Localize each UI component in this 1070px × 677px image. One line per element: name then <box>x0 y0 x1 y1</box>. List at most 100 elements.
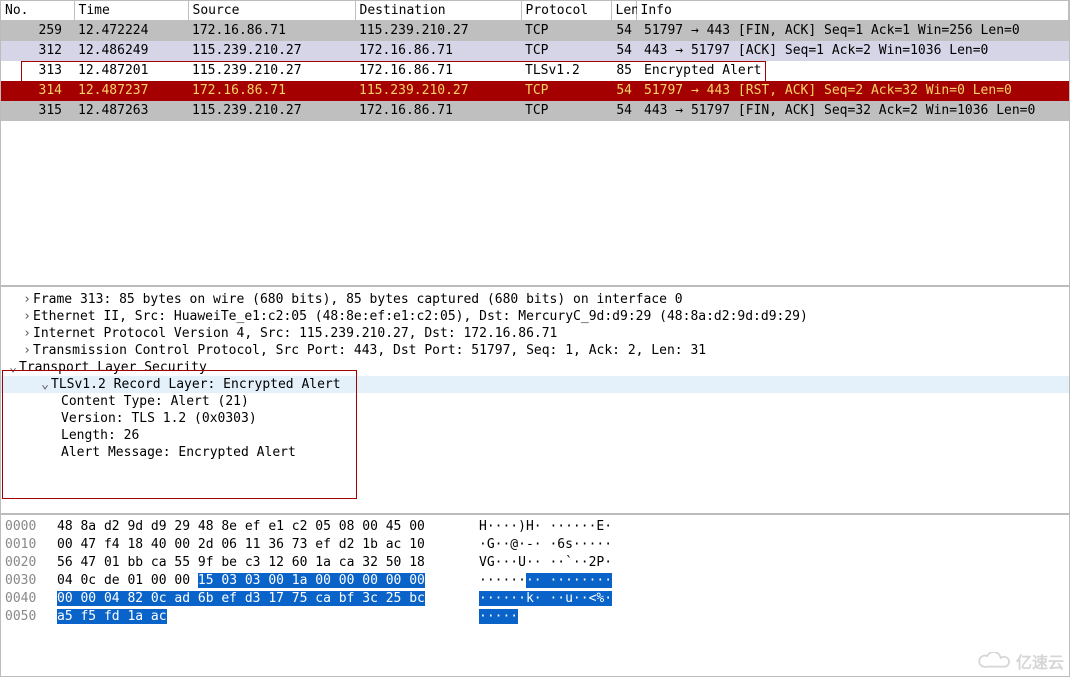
packet-table[interactable]: No. Time Source Destination Protocol Len… <box>1 1 1069 121</box>
tree-eth-text: Ethernet II, Src: HuaweiTe_e1:c2:05 (48:… <box>33 309 808 324</box>
cell-protocol: TCP <box>521 21 611 41</box>
hex-ascii[interactable]: VG···U·· ··`··2P· <box>449 555 612 570</box>
cell-destination: 172.16.86.71 <box>355 61 521 81</box>
table-row[interactable]: 31212.486249115.239.210.27172.16.86.71TC… <box>1 41 1069 61</box>
hex-row[interactable]: 0050a5 f5 fd 1a ac····· <box>5 607 1065 625</box>
cell-no: 313 <box>1 61 74 81</box>
tree-ip-text: Internet Protocol Version 4, Src: 115.23… <box>33 326 557 341</box>
cell-time: 12.472224 <box>74 21 188 41</box>
col-header-info[interactable]: Info <box>636 1 1069 21</box>
hex-bytes[interactable]: 00 00 04 82 0c ad 6b ef d3 17 75 ca bf 3… <box>57 591 449 606</box>
tree-tls-record[interactable]: ⌄TLSv1.2 Record Layer: Encrypted Alert <box>1 376 1069 393</box>
col-header-destination[interactable]: Destination <box>355 1 521 21</box>
tree-tls-ctype[interactable]: Content Type: Alert (21) <box>1 393 1069 410</box>
hex-ascii[interactable]: H····)H· ······E· <box>449 519 612 534</box>
watermark-text: 亿速云 <box>1016 649 1064 673</box>
collapse-icon[interactable]: ⌄ <box>39 377 51 392</box>
tree-tls-record-text: TLSv1.2 Record Layer: Encrypted Alert <box>51 377 341 392</box>
packet-table-header[interactable]: No. Time Source Destination Protocol Len… <box>1 1 1069 21</box>
tree-ip[interactable]: ›Internet Protocol Version 4, Src: 115.2… <box>1 325 1069 342</box>
cell-no: 314 <box>1 81 74 101</box>
cell-length: 54 <box>611 81 636 101</box>
hex-ascii[interactable]: ····· <box>449 609 518 624</box>
cell-protocol: TCP <box>521 101 611 121</box>
cell-length: 85 <box>611 61 636 81</box>
col-header-no[interactable]: No. <box>1 1 74 21</box>
cell-info: 51797 → 443 [FIN, ACK] Seq=1 Ack=1 Win=2… <box>636 21 1069 41</box>
cell-source: 115.239.210.27 <box>188 61 355 81</box>
tree-tls-version-text: Version: TLS 1.2 (0x0303) <box>61 411 257 426</box>
hex-bytes[interactable]: 04 0c de 01 00 00 15 03 03 00 1a 00 00 0… <box>57 573 449 588</box>
hex-offset: 0040 <box>5 591 57 606</box>
cell-time: 12.487201 <box>74 61 188 81</box>
cell-destination: 172.16.86.71 <box>355 101 521 121</box>
cell-source: 172.16.86.71 <box>188 81 355 101</box>
cell-protocol: TLSv1.2 <box>521 61 611 81</box>
hex-row[interactable]: 003004 0c de 01 00 00 15 03 03 00 1a 00 … <box>5 571 1065 589</box>
tree-tls-length[interactable]: Length: 26 <box>1 427 1069 444</box>
table-row[interactable]: 31312.487201115.239.210.27172.16.86.71TL… <box>1 61 1069 81</box>
cell-source: 115.239.210.27 <box>188 101 355 121</box>
packet-bytes-pane[interactable]: 000048 8a d2 9d d9 29 48 8e ef e1 c2 05 … <box>0 514 1070 677</box>
tree-frame-text: Frame 313: 85 bytes on wire (680 bits), … <box>33 292 683 307</box>
hex-offset: 0000 <box>5 519 57 534</box>
hex-row[interactable]: 001000 47 f4 18 40 00 2d 06 11 36 73 ef … <box>5 535 1065 553</box>
tree-tcp[interactable]: ›Transmission Control Protocol, Src Port… <box>1 342 1069 359</box>
collapse-icon[interactable]: ⌄ <box>7 360 19 375</box>
hex-offset: 0010 <box>5 537 57 552</box>
cell-destination: 115.239.210.27 <box>355 81 521 101</box>
hex-ascii[interactable]: ·G··@·-· ·6s····· <box>449 537 612 552</box>
cell-time: 12.487263 <box>74 101 188 121</box>
cell-destination: 172.16.86.71 <box>355 41 521 61</box>
tree-frame[interactable]: ›Frame 313: 85 bytes on wire (680 bits),… <box>1 291 1069 308</box>
cell-source: 115.239.210.27 <box>188 41 355 61</box>
expand-icon[interactable]: › <box>21 326 33 341</box>
cell-destination: 115.239.210.27 <box>355 21 521 41</box>
cell-info: 51797 → 443 [RST, ACK] Seq=2 Ack=32 Win=… <box>636 81 1069 101</box>
expand-icon[interactable]: › <box>21 343 33 358</box>
cell-no: 259 <box>1 21 74 41</box>
hex-row[interactable]: 004000 00 04 82 0c ad 6b ef d3 17 75 ca … <box>5 589 1065 607</box>
expand-icon[interactable]: › <box>21 309 33 324</box>
hex-row[interactable]: 002056 47 01 bb ca 55 9f be c3 12 60 1a … <box>5 553 1065 571</box>
table-row[interactable]: 31412.487237172.16.86.71115.239.210.27TC… <box>1 81 1069 101</box>
hex-offset: 0020 <box>5 555 57 570</box>
table-row[interactable]: 25912.472224172.16.86.71115.239.210.27TC… <box>1 21 1069 41</box>
hex-row[interactable]: 000048 8a d2 9d d9 29 48 8e ef e1 c2 05 … <box>5 517 1065 535</box>
cell-info: 443 → 51797 [ACK] Seq=1 Ack=2 Win=1036 L… <box>636 41 1069 61</box>
hex-ascii[interactable]: ········ ········ <box>449 573 612 588</box>
packet-details-pane[interactable]: ›Frame 313: 85 bytes on wire (680 bits),… <box>0 286 1070 514</box>
hex-bytes[interactable]: a5 f5 fd 1a ac <box>57 609 449 624</box>
hex-bytes[interactable]: 48 8a d2 9d d9 29 48 8e ef e1 c2 05 08 0… <box>57 519 449 534</box>
col-header-time[interactable]: Time <box>74 1 188 21</box>
watermark: 亿速云 <box>978 649 1064 673</box>
cell-info: 443 → 51797 [FIN, ACK] Seq=32 Ack=2 Win=… <box>636 101 1069 121</box>
tree-tls-alert[interactable]: Alert Message: Encrypted Alert <box>1 444 1069 461</box>
tree-tcp-text: Transmission Control Protocol, Src Port:… <box>33 343 706 358</box>
hex-ascii[interactable]: ······k· ··u··<%· <box>449 591 612 606</box>
tree-tls[interactable]: ⌄Transport Layer Security <box>1 359 1069 376</box>
tree-tls-version[interactable]: Version: TLS 1.2 (0x0303) <box>1 410 1069 427</box>
col-header-source[interactable]: Source <box>188 1 355 21</box>
hex-bytes[interactable]: 56 47 01 bb ca 55 9f be c3 12 60 1a ca 3… <box>57 555 449 570</box>
expand-icon[interactable]: › <box>21 292 33 307</box>
cell-length: 54 <box>611 41 636 61</box>
cell-length: 54 <box>611 21 636 41</box>
col-header-length[interactable]: Length <box>611 1 636 21</box>
cell-time: 12.486249 <box>74 41 188 61</box>
tree-tls-alert-text: Alert Message: Encrypted Alert <box>61 445 296 460</box>
tree-eth[interactable]: ›Ethernet II, Src: HuaweiTe_e1:c2:05 (48… <box>1 308 1069 325</box>
hex-offset: 0030 <box>5 573 57 588</box>
cell-no: 315 <box>1 101 74 121</box>
cell-length: 54 <box>611 101 636 121</box>
tree-tls-text: Transport Layer Security <box>19 360 207 375</box>
table-row[interactable]: 31512.487263115.239.210.27172.16.86.71TC… <box>1 101 1069 121</box>
hex-bytes[interactable]: 00 47 f4 18 40 00 2d 06 11 36 73 ef d2 1… <box>57 537 449 552</box>
cell-protocol: TCP <box>521 41 611 61</box>
tree-tls-ctype-text: Content Type: Alert (21) <box>61 394 249 409</box>
cell-info: Encrypted Alert <box>636 61 1069 81</box>
packet-list-pane[interactable]: No. Time Source Destination Protocol Len… <box>0 0 1070 286</box>
col-header-protocol[interactable]: Protocol <box>521 1 611 21</box>
cell-no: 312 <box>1 41 74 61</box>
cloud-icon <box>978 652 1012 670</box>
